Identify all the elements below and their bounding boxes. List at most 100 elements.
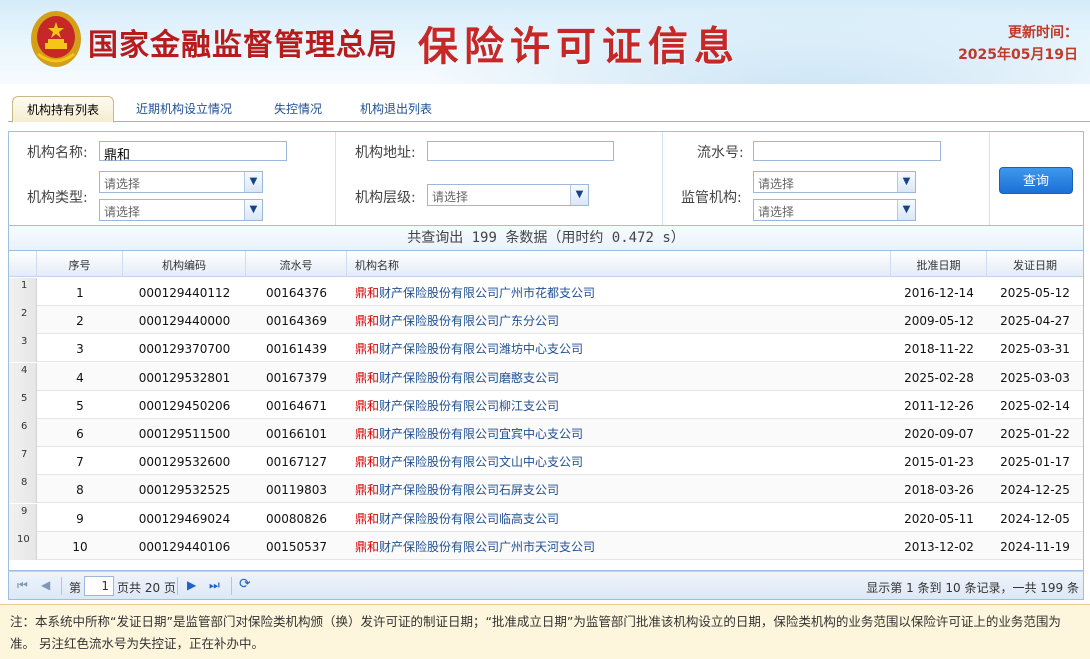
cell-org-name[interactable]: 鼎和财产保险股份有限公司广州市天河支公司 — [347, 532, 891, 560]
cell-org-name[interactable]: 鼎和财产保险股份有限公司柳江支公司 — [347, 391, 891, 419]
col-issue-date[interactable]: 发证日期 — [987, 251, 1083, 277]
org-name-input[interactable]: 鼎和 — [99, 141, 287, 163]
results-grid: 序号 机构编码 流水号 机构名称 批准日期 发证日期 1 1 00012944011… — [8, 251, 1084, 571]
cell-issue-date: 2025-02-14 — [1000, 398, 1070, 413]
cell-org-name[interactable]: 鼎和财产保险股份有限公司潍坊中心支公司 — [347, 334, 891, 362]
query-button[interactable]: 查询 — [999, 167, 1073, 194]
cell-approve-date: 2016-12-14 — [904, 286, 974, 300]
cell-seq: 2 — [76, 314, 84, 329]
supervisor-select-2[interactable]: 请选择 ▼ — [753, 199, 916, 221]
page-number-input[interactable]: 1 — [84, 576, 114, 596]
org-name-text: 财产保险股份有限公司磨憨支公司 — [379, 370, 560, 385]
cell-org-name[interactable]: 鼎和财产保险股份有限公司宜宾中心支公司 — [347, 419, 891, 447]
pager-divider — [177, 577, 178, 595]
display-info: 显示第 1 条到 10 条记录，一共 199 条 — [866, 581, 1079, 595]
page-total: 页共 20 页 — [117, 581, 176, 595]
cell-code: 000129370700 — [138, 342, 231, 357]
table-row[interactable]: 10 10 000129440106 00150537 鼎和财产保险股份有限公司广州市天… — [9, 531, 1083, 560]
cell-approve-date: 2020-09-07 — [904, 427, 974, 441]
table-row[interactable]: 2 2 000129440000 00164369 鼎和财产保险股份有限公司广东分公司 2… — [9, 306, 1083, 335]
cell-code: 000129532801 — [138, 370, 231, 385]
supervisor-select-1[interactable]: 请选择 ▼ — [753, 171, 916, 193]
tab-recent-establishments[interactable]: 近期机构设立情况 — [122, 96, 246, 122]
chevron-down-icon[interactable]: ▼ — [897, 200, 915, 220]
cell-serial: 00166101 — [265, 427, 328, 441]
org-name-text: 财产保险股份有限公司石屏支公司 — [379, 483, 560, 498]
chevron-down-icon[interactable]: ▼ — [897, 172, 915, 192]
last-page-icon[interactable]: ⏭ — [209, 578, 220, 593]
org-address-input[interactable] — [427, 141, 614, 161]
org-level-select[interactable]: 请选择 ▼ — [427, 184, 589, 206]
cell-approve-date: 2025-02-28 — [904, 370, 974, 385]
grid-header: 序号 机构编码 流水号 机构名称 批准日期 发证日期 — [9, 251, 1083, 277]
chevron-down-icon[interactable]: ▼ — [570, 185, 588, 205]
col-code[interactable]: 机构编码 — [123, 251, 246, 277]
org-type-select-2[interactable]: 请选择 ▼ — [99, 199, 263, 221]
cell-org-name[interactable]: 鼎和财产保险股份有限公司广州市花都支公司 — [347, 278, 891, 306]
table-row[interactable]: 9 9 000129469024 00080826 鼎和财产保险股份有限公司临高支公司 2… — [9, 503, 1083, 532]
search-highlight: 鼎和 — [355, 370, 380, 385]
cell-org-name[interactable]: 鼎和财产保险股份有限公司临高支公司 — [347, 504, 891, 532]
tab-org-holdings[interactable]: 机构持有列表 — [12, 96, 115, 123]
pager-divider — [231, 577, 232, 595]
cell-issue-date: 2024-11-19 — [1000, 539, 1070, 554]
col-approve-date[interactable]: 批准日期 — [891, 251, 987, 277]
col-org-name[interactable]: 机构名称 — [347, 251, 891, 277]
org-name-text: 财产保险股份有限公司广东分公司 — [379, 314, 560, 329]
cell-code: 000129469024 — [138, 511, 231, 526]
next-page-icon[interactable]: ▶ — [187, 578, 196, 592]
pagination-bar: ⏮ ◀ 第 1 页共 20 页 ▶ ⏭ ⟳ 显示第 1 条到 10 条记录，一共… — [8, 571, 1084, 600]
table-row[interactable]: 4 4 000129532801 00167379 鼎和财产保险股份有限公司磨憨支公司 2… — [9, 362, 1083, 391]
national-emblem-icon — [31, 11, 81, 67]
cell-issue-date: 2024-12-05 — [1000, 511, 1070, 526]
org-type-select-1[interactable]: 请选择 ▼ — [99, 171, 263, 193]
table-row[interactable]: 3 3 000129370700 00161439 鼎和财产保险股份有限公司潍坊中心支公… — [9, 334, 1083, 363]
cell-code: 000129440112 — [138, 286, 231, 300]
cell-approve-date: 2020-05-11 — [904, 511, 974, 526]
update-date: 2025年05月19日 — [958, 47, 1078, 63]
search-panel: 机构名称: 鼎和 机构地址: 流水号: 机构类型: 请选择 ▼ 请选择 ▼ 机构… — [8, 131, 1084, 226]
org-name-text: 财产保险股份有限公司宜宾中心支公司 — [379, 427, 584, 441]
chevron-down-icon[interactable]: ▼ — [244, 172, 262, 192]
cell-serial: 00164376 — [265, 286, 328, 300]
org-name-text: 财产保险股份有限公司广州市天河支公司 — [379, 539, 596, 554]
col-serial[interactable]: 流水号 — [246, 251, 347, 277]
search-highlight: 鼎和 — [355, 314, 380, 329]
tab-out-of-control[interactable]: 失控情况 — [260, 96, 336, 122]
supervisor-label: 监管机构: — [681, 190, 742, 206]
cell-issue-date: 2025-05-12 — [1000, 286, 1070, 300]
cell-issue-date: 2025-01-22 — [1000, 427, 1070, 441]
cell-org-name[interactable]: 鼎和财产保险股份有限公司石屏支公司 — [347, 475, 891, 503]
cell-org-name[interactable]: 鼎和财产保险股份有限公司广东分公司 — [347, 306, 891, 334]
col-seq[interactable]: 序号 — [37, 251, 123, 277]
cell-serial: 00167127 — [265, 455, 328, 470]
table-row[interactable]: 1 1 000129440112 00164376 鼎和财产保险股份有限公司广州市花都支… — [9, 278, 1083, 306]
cell-serial: 00150537 — [265, 539, 328, 554]
table-row[interactable]: 6 6 000129511500 00166101 鼎和财产保险股份有限公司宜宾中心支公… — [9, 419, 1083, 447]
table-row[interactable]: 5 5 000129450206 00164671 鼎和财产保险股份有限公司柳江支公司 2… — [9, 390, 1083, 419]
search-highlight: 鼎和 — [355, 286, 380, 300]
cell-seq: 6 — [76, 427, 84, 441]
serial-input[interactable] — [753, 141, 941, 161]
cell-approve-date: 2013-12-02 — [904, 539, 974, 554]
cell-org-name[interactable]: 鼎和财产保险股份有限公司磨憨支公司 — [347, 363, 891, 391]
pager-divider — [61, 577, 62, 595]
org-type-select-2-value: 请选择 — [104, 205, 141, 219]
refresh-icon[interactable]: ⟳ — [239, 576, 251, 592]
chevron-down-icon[interactable]: ▼ — [244, 200, 262, 220]
prev-page-icon[interactable]: ◀ — [41, 578, 50, 592]
tab-org-exits[interactable]: 机构退出列表 — [346, 96, 446, 122]
cell-code: 000129450206 — [138, 398, 231, 413]
cell-seq: 10 — [72, 539, 88, 554]
first-page-icon[interactable]: ⏮ — [17, 578, 28, 593]
serial-label: 流水号: — [697, 145, 744, 161]
row-number: 2 — [9, 306, 37, 335]
result-summary: 共查询出 199 条数据（用时约 0.472 s） — [8, 226, 1084, 251]
cell-serial: 00164369 — [265, 314, 328, 329]
cell-issue-date: 2025-03-31 — [1000, 342, 1070, 357]
table-row[interactable]: 7 7 000129532600 00167127 鼎和财产保险股份有限公司文山中心支公… — [9, 447, 1083, 476]
table-row[interactable]: 8 8 000129532525 00119803 鼎和财产保险股份有限公司石屏支公司 2… — [9, 475, 1083, 504]
org-address-label: 机构地址: — [355, 145, 416, 161]
row-number: 4 — [9, 362, 37, 391]
cell-org-name[interactable]: 鼎和财产保险股份有限公司文山中心支公司 — [347, 447, 891, 475]
